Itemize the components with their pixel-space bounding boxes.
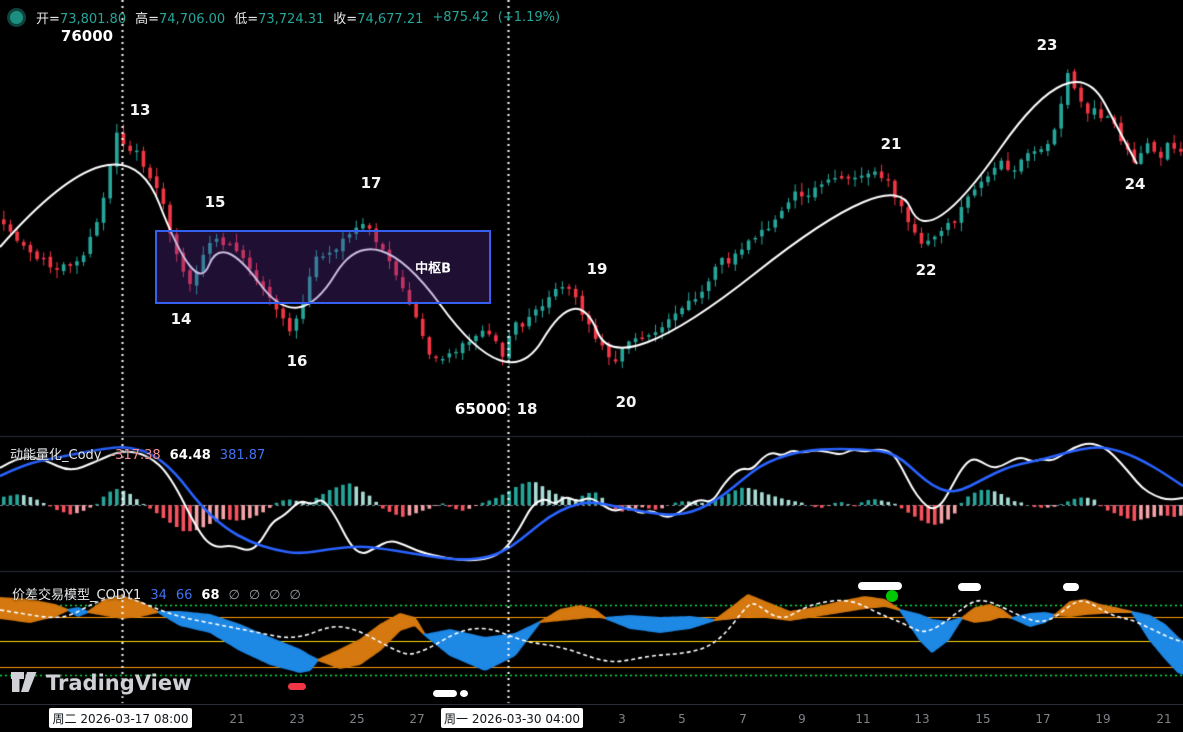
ohlc-close: 收=74,677.21 [333, 8, 423, 27]
pane3-value-1: 66 [176, 588, 193, 603]
ohlc-high: 高=74,706.00 [135, 8, 225, 27]
pane2-value-2: 381.87 [220, 448, 266, 463]
signal-dot-marker [886, 590, 898, 602]
time-tick: 11 [855, 712, 870, 726]
signal-pill-marker [1063, 583, 1079, 591]
pane3-value-5: ∅ [269, 588, 280, 603]
pivot-label-19: 19 [587, 260, 608, 278]
time-tick: 3 [618, 712, 626, 726]
pivot-label-15: 15 [205, 193, 226, 211]
ohlc-legend: 开=73,801.80 高=74,706.00 低=73,724.31 收=74… [10, 8, 560, 27]
time-tick: 21 [229, 712, 244, 726]
pivot-label-13: 13 [130, 101, 151, 119]
pane2-indicator-title[interactable]: 动能量化_Cody [10, 444, 101, 463]
time-tick: 7 [739, 712, 747, 726]
signal-pill-marker [958, 583, 981, 591]
time-tick: 13 [914, 712, 929, 726]
time-axis[interactable]: 21 23 25 27 3 5 7 9 11 13 15 17 19 21 周二 2026-03-17 08… [0, 704, 1183, 732]
instrument-dot-icon [10, 11, 23, 24]
time-tick: 15 [975, 712, 990, 726]
time-tick: 21 [1156, 712, 1171, 726]
time-tick: 9 [798, 712, 806, 726]
pivot-label-24: 24 [1125, 175, 1146, 193]
tradingview-logo-icon [10, 670, 39, 695]
time-tick: 25 [349, 712, 364, 726]
pane3-value-2: 68 [201, 588, 219, 603]
ohlc-change: +875.42 [432, 10, 488, 25]
crosshair-date-label: 周一 2026-03-30 04:00 [441, 708, 583, 728]
signal-pill-marker [433, 690, 457, 697]
chart-window: 开=73,801.80 高=74,706.00 低=73,724.31 收=74… [0, 0, 1183, 732]
pane3-indicator-title[interactable]: 价差交易模型_CODY1 [12, 584, 141, 603]
pane3-value-3: ∅ [229, 588, 240, 603]
pivot-label-16: 16 [287, 352, 308, 370]
chart-canvas[interactable] [0, 0, 1183, 732]
time-tick: 17 [1035, 712, 1050, 726]
pivot-label-14: 14 [171, 310, 192, 328]
signal-pill-marker [858, 582, 902, 590]
signal-pill-marker [288, 683, 306, 690]
central-pivot-box[interactable]: 中枢B [155, 230, 491, 304]
tradingview-logo-text: TradingView [46, 671, 191, 695]
pivot-label-23: 23 [1037, 36, 1058, 54]
pivot-label-22: 22 [916, 261, 937, 279]
pivot-label-20: 20 [616, 393, 637, 411]
pane3-value-4: ∅ [249, 588, 260, 603]
pane2-value-1: 64.48 [170, 448, 211, 463]
pane3-value-6: ∅ [290, 588, 301, 603]
pane3-value-0: 34 [150, 588, 167, 603]
crosshair-date-label: 周二 2026-03-17 08:00 [49, 708, 192, 728]
time-tick: 5 [678, 712, 686, 726]
central-pivot-box-label: 中枢B [415, 258, 451, 277]
time-tick: 19 [1095, 712, 1110, 726]
price-label: 65000 [455, 400, 507, 418]
ohlc-open: 开=73,801.80 [36, 8, 126, 27]
ohlc-change-pct: (+1.19%) [498, 10, 560, 25]
pivot-label-21: 21 [881, 135, 902, 153]
price-label: 76000 [61, 27, 113, 45]
time-tick: 23 [289, 712, 304, 726]
tradingview-logo: TradingView [10, 670, 191, 695]
pivot-label-18: 18 [517, 400, 538, 418]
signal-dot-marker [460, 690, 468, 697]
ohlc-low: 低=73,724.31 [234, 8, 324, 27]
pane2-value-0: -317.38 [110, 448, 160, 463]
time-tick: 27 [409, 712, 424, 726]
pivot-label-17: 17 [361, 174, 382, 192]
